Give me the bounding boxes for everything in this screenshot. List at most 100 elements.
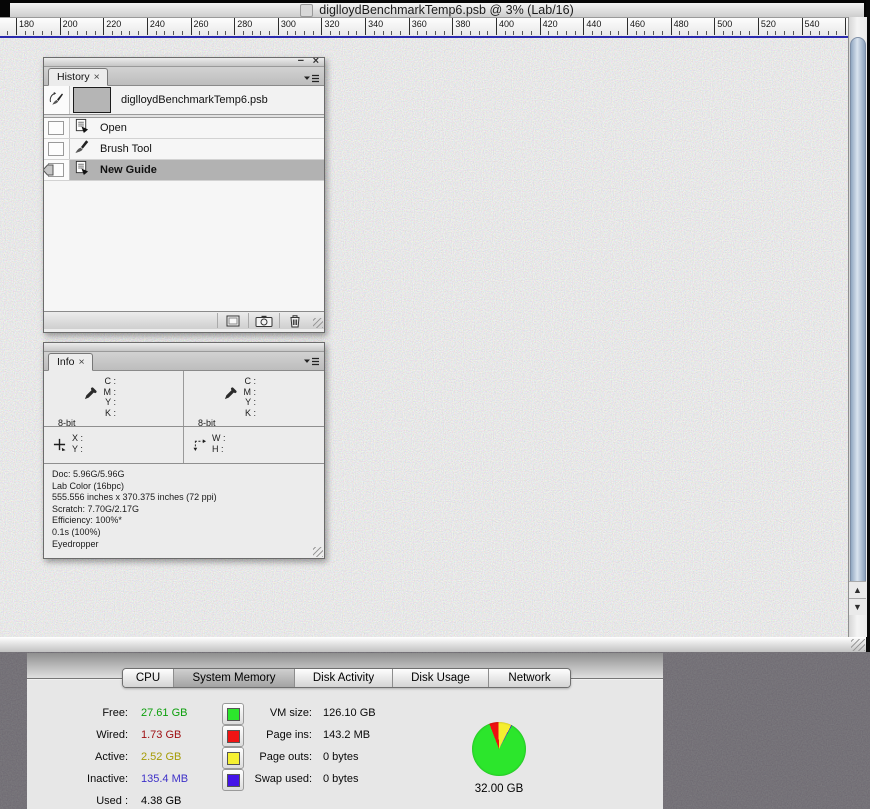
history-state-brush-tool[interactable]: Brush Tool bbox=[44, 139, 324, 160]
tab-disk-usage[interactable]: Disk Usage bbox=[392, 669, 488, 687]
total-memory-label: 32.00 GB bbox=[474, 783, 524, 795]
channel-label: C : bbox=[244, 376, 256, 386]
dimensions-icon bbox=[193, 438, 207, 453]
snapshot-thumbnail[interactable] bbox=[73, 87, 111, 113]
stat-value: 4.38 GB bbox=[141, 795, 182, 807]
panel-resize-grip[interactable] bbox=[313, 318, 323, 328]
memory-stat-row: Used : 4.38 GB bbox=[27, 790, 188, 809]
scroll-down-button[interactable]: ▼ bbox=[849, 598, 866, 615]
history-footer bbox=[44, 311, 324, 329]
status-line: Efficiency: 100%* bbox=[52, 515, 122, 526]
status-line: Lab Color (16bpc) bbox=[52, 480, 125, 491]
history-brush-icon bbox=[48, 92, 64, 113]
status-line: Scratch: 7.70G/2.17G bbox=[52, 503, 140, 514]
window-bottom-edge bbox=[0, 637, 866, 653]
set-source-well[interactable] bbox=[44, 160, 70, 180]
ruler-major-tick bbox=[146, 18, 148, 35]
history-state-label: Open bbox=[100, 122, 127, 134]
tab-system-memory[interactable]: System Memory bbox=[173, 669, 294, 687]
delete-state-button[interactable] bbox=[279, 313, 310, 328]
channel-label: Y : bbox=[105, 397, 116, 407]
ruler-tick-label: 380 bbox=[455, 19, 471, 29]
panel-menu-icon[interactable] bbox=[303, 356, 320, 369]
history-list: diglloydBenchmarkTemp6.psb Open Brush Too… bbox=[44, 86, 324, 311]
set-source-well[interactable] bbox=[44, 118, 70, 138]
history-panel-titlebar[interactable]: − × bbox=[44, 56, 324, 67]
memory-stat-row: Free: 27.61 GB bbox=[27, 702, 188, 724]
screen: diglloydBenchmarkTemp6.psb @ 3% (Lab/16)… bbox=[0, 0, 870, 809]
open-document-icon bbox=[70, 118, 92, 138]
history-state-new-guide[interactable]: New Guide bbox=[44, 160, 324, 181]
ruler-tick-label: 220 bbox=[106, 19, 122, 29]
ruler-tick-label: 240 bbox=[149, 19, 165, 29]
stat-value: 135.4 MB bbox=[141, 773, 189, 785]
ruler-tick-label: 200 bbox=[62, 19, 78, 29]
ruler-major-tick bbox=[59, 18, 61, 35]
close-icon[interactable]: × bbox=[313, 56, 319, 67]
ruler-tick-label: 480 bbox=[673, 19, 689, 29]
minimize-icon[interactable]: − bbox=[298, 56, 304, 67]
status-line: Doc: 5.96G/5.96G bbox=[52, 469, 125, 479]
ruler-tick-label: 460 bbox=[629, 19, 645, 29]
ruler-tick-label: 540 bbox=[804, 19, 820, 29]
new-document-from-state-button[interactable] bbox=[217, 313, 248, 328]
set-source-well[interactable] bbox=[44, 86, 70, 114]
photoshop-titlebar[interactable]: diglloydBenchmarkTemp6.psb @ 3% (Lab/16) bbox=[10, 3, 864, 18]
tab-history[interactable]: History × bbox=[48, 68, 108, 86]
ruler-major-tick bbox=[539, 18, 541, 35]
stat-label: Wired: bbox=[96, 729, 128, 741]
tab-info[interactable]: Info × bbox=[48, 353, 93, 371]
history-state-open[interactable]: Open bbox=[44, 118, 324, 139]
history-snapshot-row[interactable]: diglloydBenchmarkTemp6.psb bbox=[44, 86, 324, 114]
ruler-major-tick bbox=[801, 18, 803, 35]
channel-label: K : bbox=[244, 407, 256, 418]
color-chip bbox=[226, 751, 240, 765]
status-line: 0.1s (100%) bbox=[52, 526, 101, 537]
set-source-well[interactable] bbox=[44, 139, 70, 159]
info-panel: Info × C :M :Y :K : 8-bit C :M :Y :K : 8-… bbox=[43, 342, 325, 559]
scroll-up-button[interactable]: ▲ bbox=[849, 581, 866, 598]
position-label: Y : bbox=[72, 444, 83, 454]
guide-line bbox=[0, 36, 848, 38]
tab-close-icon[interactable]: × bbox=[79, 356, 85, 368]
dimension-label: H : bbox=[212, 444, 224, 454]
channel-label: Y : bbox=[245, 397, 256, 407]
free-color-swatch-button[interactable] bbox=[222, 703, 244, 725]
ruler-tick-label: 400 bbox=[499, 19, 515, 29]
stat-value: 0 bytes bbox=[323, 751, 359, 763]
ruler-major-tick bbox=[103, 18, 105, 35]
source-checkbox[interactable] bbox=[48, 142, 64, 156]
ruler-tick-label: 320 bbox=[324, 19, 340, 29]
info-panel-titlebar[interactable] bbox=[44, 343, 324, 352]
ruler-major-tick bbox=[16, 18, 17, 35]
new-guide-icon bbox=[70, 160, 92, 180]
ruler-major-tick bbox=[714, 18, 716, 35]
ruler-major-tick bbox=[365, 18, 367, 35]
tab-network[interactable]: Network bbox=[488, 669, 570, 687]
tab-cpu[interactable]: CPU bbox=[123, 669, 173, 687]
inactive-color-swatch-button[interactable] bbox=[222, 769, 244, 791]
ruler-tick-label: 340 bbox=[368, 19, 384, 29]
active-color-swatch-button[interactable] bbox=[222, 747, 244, 769]
ruler-major-tick bbox=[757, 18, 759, 35]
ruler-tick-label: 180 bbox=[19, 19, 35, 29]
window-resize-grip[interactable] bbox=[851, 639, 865, 651]
tab-close-icon[interactable]: × bbox=[94, 71, 100, 83]
history-state-label: Brush Tool bbox=[100, 143, 152, 155]
crosshair-icon bbox=[53, 438, 66, 453]
scrollbar-thumb[interactable] bbox=[850, 37, 866, 597]
wh-labels: W :H : bbox=[212, 433, 226, 455]
ruler-major-tick bbox=[670, 18, 672, 35]
panel-resize-grip[interactable] bbox=[313, 547, 323, 557]
new-snapshot-button[interactable] bbox=[248, 313, 279, 328]
history-tab-row: History × bbox=[44, 67, 324, 86]
status-line: 555.556 inches x 370.375 inches (72 ppi) bbox=[52, 492, 217, 503]
brush-tool-icon bbox=[70, 139, 92, 159]
ruler-major-tick bbox=[190, 18, 192, 35]
stat-value: 2.52 GB bbox=[141, 751, 182, 763]
vertical-scrollbar[interactable]: ▲ ▼ bbox=[848, 17, 867, 637]
memory-stat-row: Wired: 1.73 GB bbox=[27, 724, 188, 746]
tab-disk-activity[interactable]: Disk Activity bbox=[294, 669, 392, 687]
source-checkbox[interactable] bbox=[48, 121, 64, 135]
wired-color-swatch-button[interactable] bbox=[222, 725, 244, 747]
